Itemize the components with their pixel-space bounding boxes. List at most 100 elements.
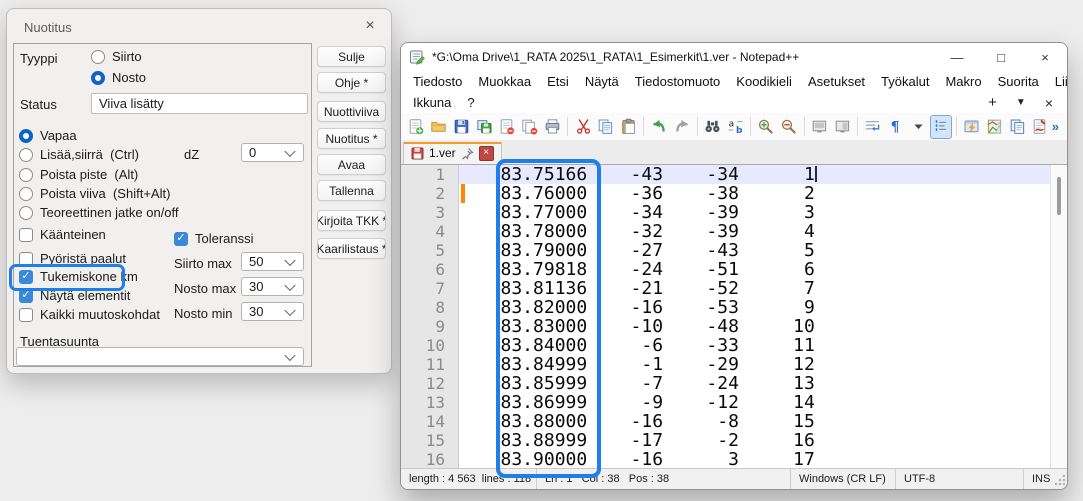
zoom-in-icon[interactable] <box>755 115 777 139</box>
checkbox-pyorista-paalut[interactable]: Pyöristä paalut <box>19 251 126 266</box>
editor-line[interactable]: 10 83.84000 -6 -33 11 <box>401 336 1051 355</box>
editor-line[interactable]: 1 83.75166 -43 -34 1 <box>401 165 1051 184</box>
menu-item-tiedostomuoto[interactable]: Tiedostomuoto <box>627 74 729 89</box>
symbols-dropdown-icon[interactable] <box>907 115 929 139</box>
menu-item-suorita[interactable]: Suorita <box>990 74 1047 89</box>
dialog-button-tallenna[interactable]: Tallenna <box>317 180 386 201</box>
code-text[interactable]: 83.88000 -16 -8 15 <box>468 412 1051 431</box>
dialog-button-kaarilistaus[interactable]: Kaarilistaus * <box>317 238 386 259</box>
editor-line[interactable]: 12 83.85999 -7 -24 13 <box>401 374 1051 393</box>
code-text[interactable]: 83.83000 -10 -48 10 <box>468 317 1051 336</box>
editor-line[interactable]: 4 83.78000 -32 -39 4 <box>401 222 1051 241</box>
radio-poista-piste[interactable]: Poista piste (Alt) <box>19 167 138 182</box>
editor-line[interactable]: 3 83.77000 -34 -39 3 <box>401 203 1051 222</box>
menu-item-ikkuna[interactable]: Ikkuna <box>405 95 459 110</box>
code-text[interactable]: 83.85999 -7 -24 13 <box>468 374 1051 393</box>
checkbox-nayta-elementit[interactable]: ✓ Näytä elementit <box>19 288 130 303</box>
code-text[interactable]: 83.77000 -34 -39 3 <box>468 203 1051 222</box>
editor-line[interactable]: 6 83.79818 -24 -51 6 <box>401 260 1051 279</box>
code-text[interactable]: 83.76000 -36 -38 2 <box>468 184 1051 203</box>
menu-item-liit-nn-iset[interactable]: Liitännäiset <box>1047 74 1068 89</box>
view-clone-icon[interactable] <box>808 115 830 139</box>
checkbox-tukemiskone-km[interactable]: ✓ Tukemiskone km <box>19 269 138 284</box>
print-icon[interactable] <box>542 115 564 139</box>
editor-line[interactable]: 2 83.76000 -36 -38 2 <box>401 184 1051 203</box>
find-icon[interactable] <box>702 115 724 139</box>
editor-line[interactable]: 13 83.86999 -9 -12 14 <box>401 393 1051 412</box>
siirto-max-combo[interactable]: 50 <box>241 252 304 271</box>
pin-tab-icon[interactable] <box>461 147 474 160</box>
close-all-icon[interactable] <box>519 115 541 139</box>
nosto-max-combo[interactable]: 30 <box>241 277 304 296</box>
code-text[interactable]: 83.84999 -1 -29 12 <box>468 355 1051 374</box>
function-list-icon[interactable] <box>1029 115 1051 139</box>
document-list-icon[interactable] <box>1006 115 1028 139</box>
cut-icon[interactable] <box>572 115 594 139</box>
tab-list-icon[interactable]: ▼ <box>1016 97 1026 108</box>
radio-vapaa[interactable]: Vapaa <box>19 128 77 143</box>
code-text[interactable]: 83.81136 -21 -52 7 <box>468 279 1051 298</box>
show-symbols-icon[interactable]: ¶ <box>885 115 907 139</box>
dialog-button-sulje[interactable]: Sulje <box>317 46 386 67</box>
paste-icon[interactable] <box>618 115 640 139</box>
tuentasuunta-combo[interactable] <box>16 347 304 366</box>
code-text[interactable]: 83.90000 -16 3 17 <box>468 450 1051 468</box>
editor-line[interactable]: 15 83.88999 -17 -2 16 <box>401 431 1051 450</box>
minimize-button[interactable]: — <box>935 43 979 71</box>
dialog-button-avaa[interactable]: Avaa <box>317 154 386 175</box>
radio-siirto[interactable]: Siirto <box>91 49 142 64</box>
replace-icon[interactable]: ab <box>724 115 746 139</box>
tab-close-icon[interactable]: × <box>479 146 494 161</box>
menu-item-help[interactable]: ? <box>459 95 482 110</box>
document-map-icon[interactable] <box>983 115 1005 139</box>
save-all-icon[interactable] <box>473 115 495 139</box>
copy-icon[interactable] <box>595 115 617 139</box>
editor-line[interactable]: 11 83.84999 -1 -29 12 <box>401 355 1051 374</box>
editor-line[interactable]: 8 83.82000 -16 -53 9 <box>401 298 1051 317</box>
checkbox-kaikki-muutoskohdat[interactable]: Kaikki muutoskohdat <box>19 307 160 322</box>
dz-combo[interactable]: 0 <box>241 143 304 162</box>
redo-icon[interactable] <box>671 115 693 139</box>
code-text[interactable]: 83.84000 -6 -33 11 <box>468 336 1051 355</box>
close-tab-icon[interactable]: × <box>1045 95 1053 111</box>
editor-line[interactable]: 9 83.83000 -10 -48 10 <box>401 317 1051 336</box>
menu-item-koodikieli[interactable]: Koodikieli <box>728 74 800 89</box>
editor-line[interactable]: 16 83.90000 -16 3 17 <box>401 450 1051 468</box>
menu-item-makro[interactable]: Makro <box>937 74 989 89</box>
code-text[interactable]: 83.88999 -17 -2 16 <box>468 431 1051 450</box>
menu-item-etsi[interactable]: Etsi <box>539 74 577 89</box>
word-wrap-icon[interactable] <box>862 115 884 139</box>
indent-guide-icon[interactable] <box>930 115 952 139</box>
scrollbar-thumb[interactable] <box>1057 177 1061 215</box>
close-doc-icon[interactable] <box>496 115 518 139</box>
tab-1ver[interactable]: 1.ver × <box>403 142 502 164</box>
zoom-out-icon[interactable] <box>778 115 800 139</box>
code-text[interactable]: 83.82000 -16 -53 9 <box>468 298 1051 317</box>
toolbar-overflow-chevron-icon[interactable]: » <box>1052 119 1067 134</box>
radio-nosto[interactable]: Nosto <box>91 70 146 85</box>
radio-teoreettinen[interactable]: Teoreettinen jatke on/off <box>19 205 179 220</box>
dialog-button-kirjoita-tkk[interactable]: Kirjoita TKK * <box>317 210 386 231</box>
notepad-titlebar[interactable]: *G:\Oma Drive\1_RATA 2025\1_RATA\1_Esime… <box>401 43 1067 71</box>
code-text[interactable]: 83.86999 -9 -12 14 <box>468 393 1051 412</box>
dialog-button-nuottiviiva[interactable]: Nuottiviiva <box>317 101 386 122</box>
new-file-icon[interactable] <box>405 115 427 139</box>
code-text[interactable]: 83.75166 -43 -34 1 <box>468 165 1051 184</box>
dialog-button-nuotitus[interactable]: Nuotitus * <box>317 128 386 149</box>
maximize-button[interactable]: □ <box>979 43 1023 71</box>
code-text[interactable]: 83.78000 -32 -39 4 <box>468 222 1051 241</box>
menu-item-ty-kalut[interactable]: Työkalut <box>873 74 937 89</box>
undo-icon[interactable] <box>648 115 670 139</box>
close-button[interactable]: × <box>1023 43 1067 71</box>
menu-item-tiedosto[interactable]: Tiedosto <box>405 74 470 89</box>
radio-lisaa-siirra[interactable]: Lisää,siirrä (Ctrl) <box>19 147 139 162</box>
checkbox-kaanteinen[interactable]: Käänteinen <box>19 227 106 242</box>
editor-text-area[interactable]: 1 83.75166 -43 -34 12 83.76000 -36 -38 2… <box>401 165 1051 468</box>
vertical-scrollbar[interactable] <box>1050 165 1067 468</box>
menu-item-asetukset[interactable]: Asetukset <box>800 74 873 89</box>
open-folder-icon[interactable] <box>428 115 450 139</box>
save-icon[interactable] <box>451 115 473 139</box>
resize-grip[interactable] <box>1053 475 1065 487</box>
code-text[interactable]: 83.79818 -24 -51 6 <box>468 260 1051 279</box>
radio-poista-viiva[interactable]: Poista viiva (Shift+Alt) <box>19 186 170 201</box>
